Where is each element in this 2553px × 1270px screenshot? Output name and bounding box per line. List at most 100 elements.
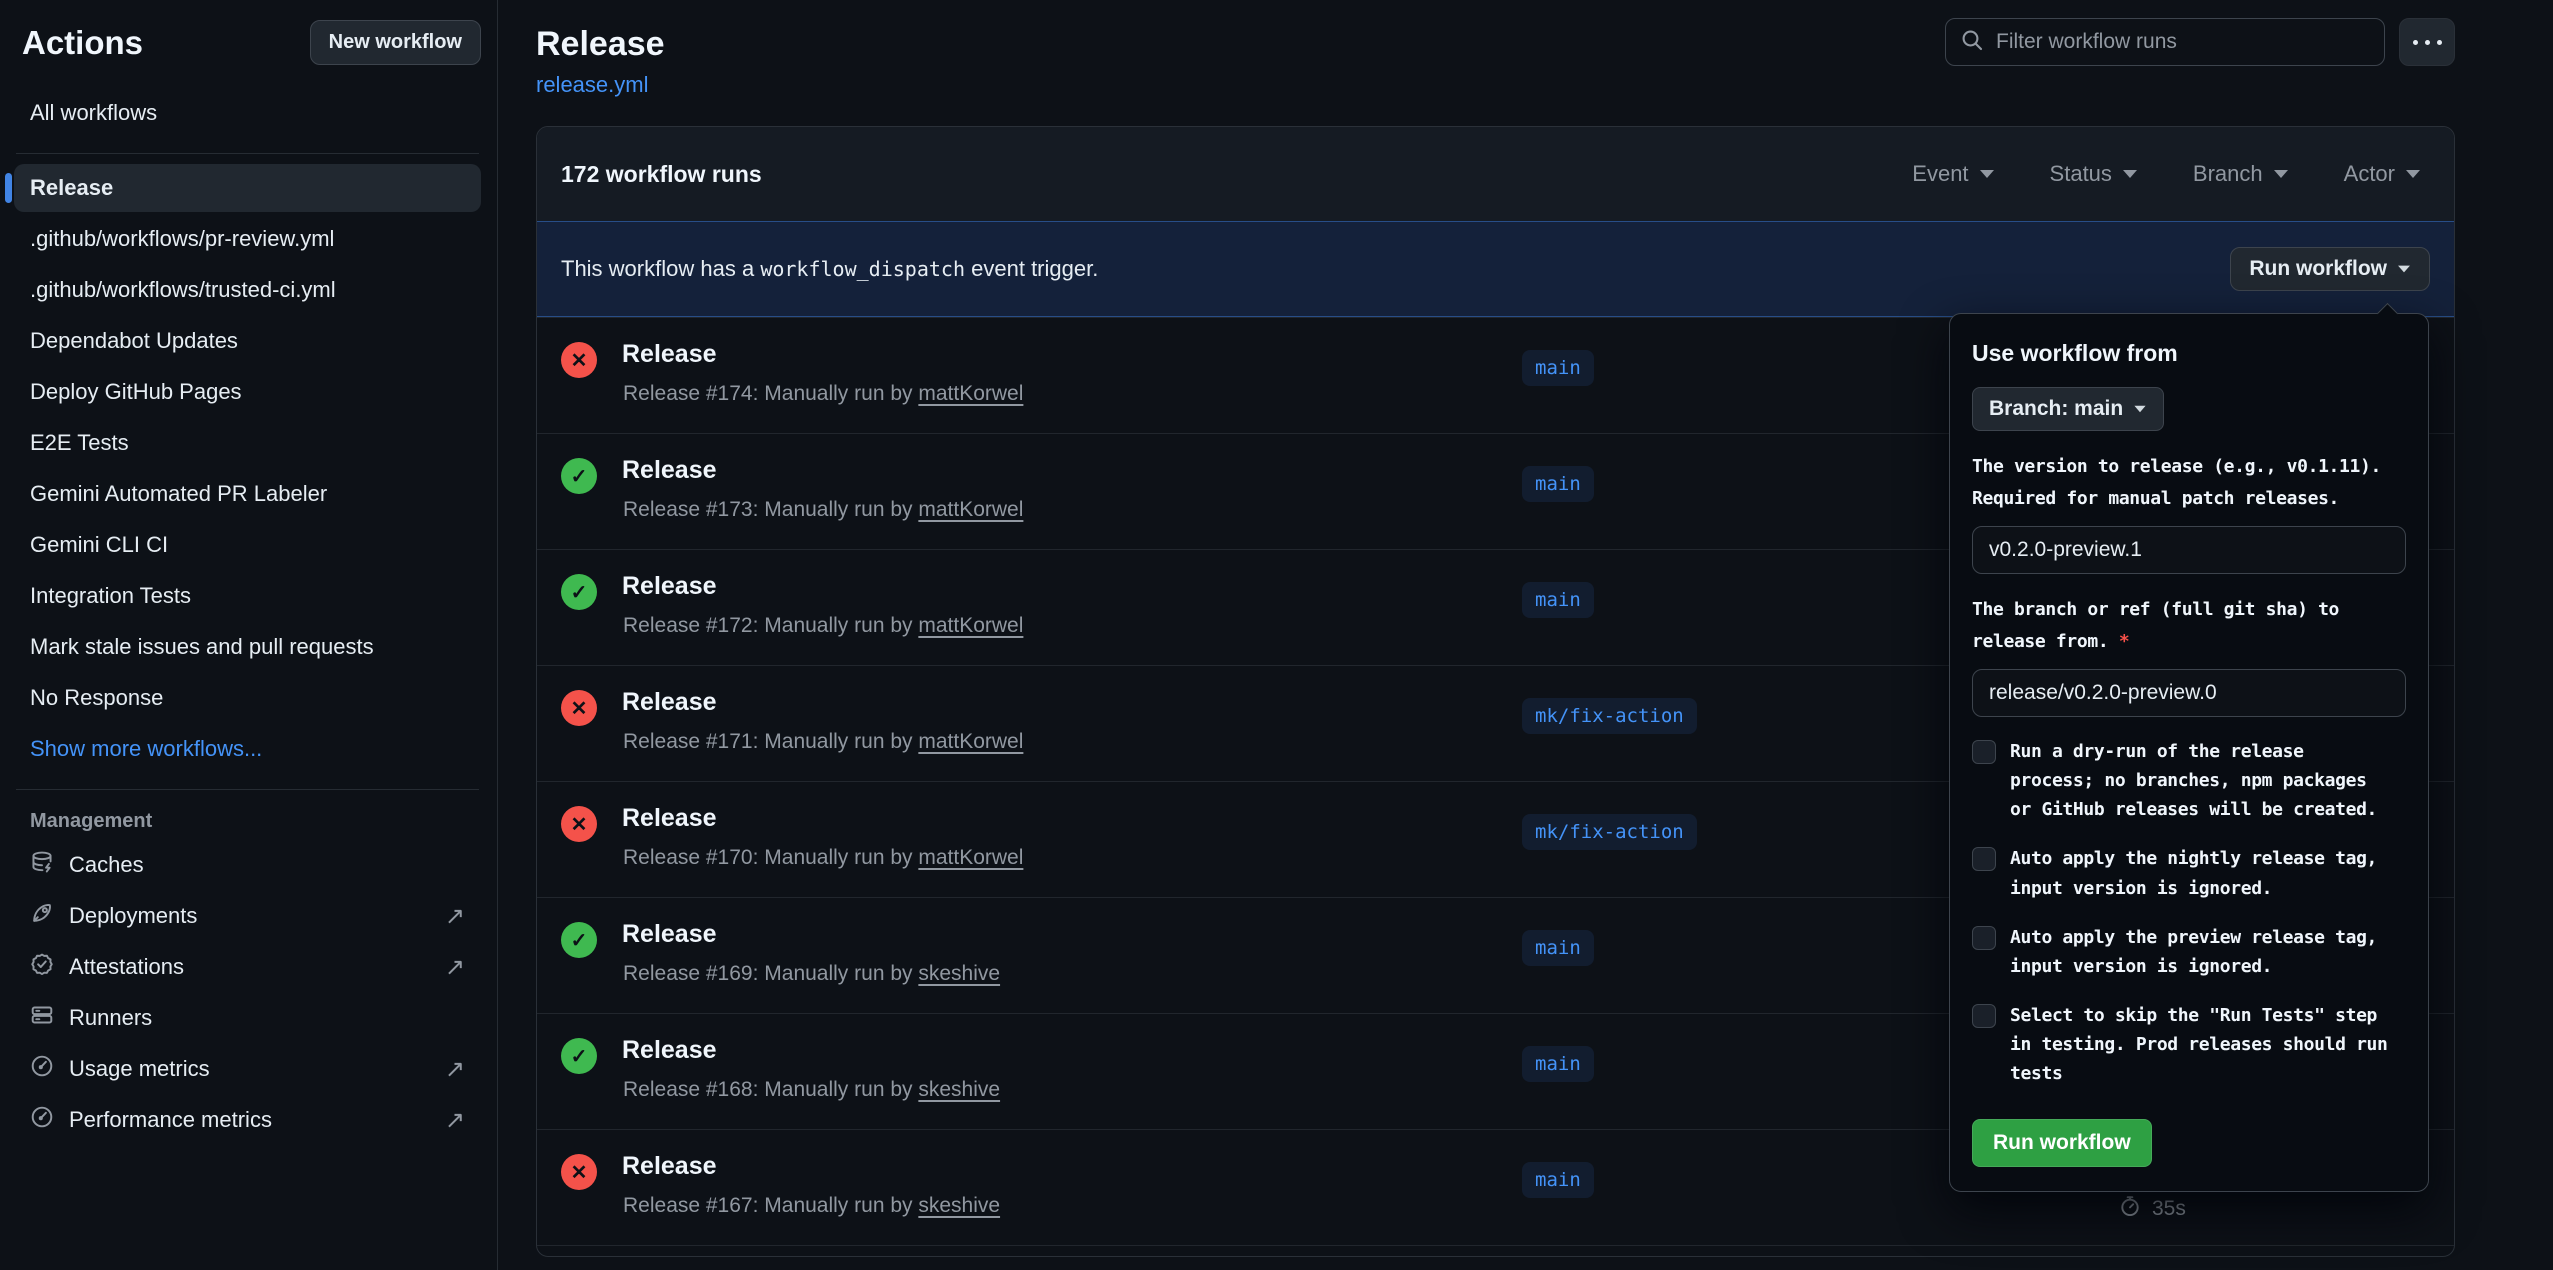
- sidebar-item-mark-stale[interactable]: Mark stale issues and pull requests: [14, 623, 481, 671]
- sidebar-item-attestations[interactable]: Attestations ↗: [14, 943, 481, 991]
- branch-badge[interactable]: main: [1522, 1162, 1594, 1198]
- filter-status-dropdown[interactable]: Status: [2050, 161, 2137, 187]
- sidebar-item-gemini-pr-labeler[interactable]: Gemini Automated PR Labeler: [14, 470, 481, 518]
- branch-selector-button[interactable]: Branch: main: [1972, 387, 2164, 431]
- top-actions: Filter workflow runs: [1945, 18, 2455, 66]
- run-workflow-submit-button[interactable]: Run workflow: [1972, 1119, 2152, 1167]
- rocket-icon: [30, 901, 54, 931]
- branch-badge[interactable]: mk/fix-action: [1522, 698, 1697, 734]
- actor-link[interactable]: skeshive: [918, 1194, 1000, 1217]
- sidebar-item-integration-tests[interactable]: Integration Tests: [14, 572, 481, 620]
- workflow-file-link[interactable]: release.yml: [536, 72, 648, 98]
- sidebar-header: Actions New workflow: [14, 20, 481, 65]
- arrow-up-right-icon: ↗: [445, 902, 465, 931]
- checkbox-label: Auto apply the preview release tag, inpu…: [2010, 923, 2390, 981]
- run-description: Release #167: Manually run by skeshive: [623, 1194, 1000, 1218]
- actor-link[interactable]: skeshive: [918, 962, 1000, 985]
- run-title-link[interactable]: Release: [622, 804, 717, 833]
- branch-badge[interactable]: main: [1522, 466, 1594, 502]
- skip-tests-checkbox[interactable]: [1972, 1004, 1996, 1028]
- filter-actor-dropdown[interactable]: Actor: [2344, 161, 2420, 187]
- sidebar-item-usage-metrics[interactable]: Usage metrics ↗: [14, 1045, 481, 1093]
- meter-icon: [30, 1105, 54, 1135]
- run-title-link[interactable]: Release: [622, 340, 717, 369]
- sidebar-item-deployments[interactable]: Deployments ↗: [14, 892, 481, 940]
- version-input[interactable]: [1972, 526, 2406, 574]
- checkbox-label: Select to skip the "Run Tests" step in t…: [2010, 1001, 2390, 1088]
- nightly-tag-checkbox-row: Auto apply the nightly release tag, inpu…: [1972, 844, 2406, 902]
- run-description: Release #174: Manually run by mattKorwel: [623, 382, 1023, 406]
- run-workflow-dialog: Use workflow from Branch: main The versi…: [1949, 313, 2429, 1192]
- branch-badge[interactable]: main: [1522, 582, 1594, 618]
- run-description: Release #168: Manually run by skeshive: [623, 1078, 1000, 1102]
- sidebar-item-caches[interactable]: Caches: [14, 841, 481, 889]
- run-description: Release #170: Manually run by mattKorwel: [623, 846, 1023, 870]
- actor-link[interactable]: mattKorwel: [918, 846, 1023, 869]
- main-header: Release release.yml Filter workflow runs: [536, 0, 2455, 98]
- branch-badge[interactable]: mk/fix-action: [1522, 814, 1697, 850]
- sidebar-item-trusted-ci[interactable]: .github/workflows/trusted-ci.yml: [14, 266, 481, 314]
- arrow-up-right-icon: ↗: [445, 1106, 465, 1135]
- sidebar-item-runners[interactable]: Runners: [14, 994, 481, 1042]
- run-description: Release #173: Manually run by mattKorwel: [623, 498, 1023, 522]
- sidebar-item-label: Caches: [69, 852, 144, 878]
- preview-tag-checkbox[interactable]: [1972, 926, 1996, 950]
- branch-badge[interactable]: main: [1522, 350, 1594, 386]
- sidebar-item-label: Performance metrics: [69, 1107, 272, 1133]
- filter-workflow-runs-input[interactable]: Filter workflow runs: [1945, 18, 2385, 66]
- actions-sidebar: Actions New workflow All workflows Relea…: [0, 0, 498, 1270]
- runs-list-header: 172 workflow runs Event Status Branch Ac…: [537, 127, 2454, 221]
- show-more-workflows-link[interactable]: Show more workflows...: [14, 725, 481, 773]
- branch-badge[interactable]: main: [1522, 1046, 1594, 1082]
- run-workflow-dropdown-button[interactable]: Run workflow: [2230, 247, 2430, 291]
- server-icon: [30, 1003, 54, 1033]
- actor-link[interactable]: mattKorwel: [918, 498, 1023, 521]
- ref-input[interactable]: [1972, 669, 2406, 717]
- sidebar-item-all-workflows[interactable]: All workflows: [14, 89, 481, 137]
- workflow-run-row: [537, 1245, 2454, 1256]
- nightly-tag-checkbox[interactable]: [1972, 847, 1996, 871]
- workflow-dispatch-banner: This workflow has a workflow_dispatch ev…: [537, 221, 2454, 317]
- sidebar-item-e2e-tests[interactable]: E2E Tests: [14, 419, 481, 467]
- search-icon: [1960, 28, 1984, 57]
- sidebar-item-performance-metrics[interactable]: Performance metrics ↗: [14, 1096, 481, 1144]
- run-title-link[interactable]: Release: [622, 456, 717, 485]
- kebab-horizontal-icon: [2413, 40, 2442, 45]
- sidebar-item-release[interactable]: Release: [14, 164, 481, 212]
- required-marker: *: [2119, 631, 2130, 652]
- sidebar-divider: [16, 789, 479, 790]
- actor-link[interactable]: mattKorwel: [918, 382, 1023, 405]
- sidebar-item-label: Deployments: [69, 903, 197, 929]
- sidebar-item-dependabot-updates[interactable]: Dependabot Updates: [14, 317, 481, 365]
- run-title-link[interactable]: Release: [622, 572, 717, 601]
- filter-branch-dropdown[interactable]: Branch: [2193, 161, 2288, 187]
- actor-link[interactable]: mattKorwel: [918, 730, 1023, 753]
- banner-text: This workflow has a workflow_dispatch ev…: [561, 256, 1098, 282]
- chevron-down-icon: [2406, 170, 2420, 178]
- sidebar-item-deploy-github-pages[interactable]: Deploy GitHub Pages: [14, 368, 481, 416]
- actor-link[interactable]: mattKorwel: [918, 614, 1023, 637]
- dry-run-checkbox[interactable]: [1972, 740, 1996, 764]
- chevron-down-icon: [2135, 406, 2146, 412]
- sidebar-item-no-response[interactable]: No Response: [14, 674, 481, 722]
- x-circle-icon: [561, 690, 597, 726]
- runs-filters: Event Status Branch Actor: [1912, 161, 2420, 187]
- sidebar-item-gemini-cli-ci[interactable]: Gemini CLI CI: [14, 521, 481, 569]
- version-input-description: The version to release (e.g., v0.1.11). …: [1972, 451, 2406, 514]
- branch-badge[interactable]: main: [1522, 930, 1594, 966]
- actor-link[interactable]: skeshive: [918, 1078, 1000, 1101]
- new-workflow-button[interactable]: New workflow: [310, 20, 481, 65]
- sidebar-item-pr-review[interactable]: .github/workflows/pr-review.yml: [14, 215, 481, 263]
- x-circle-icon: [561, 806, 597, 842]
- filter-event-dropdown[interactable]: Event: [1912, 161, 1993, 187]
- verified-icon: [30, 952, 54, 982]
- run-title-link[interactable]: Release: [622, 688, 717, 717]
- chevron-down-icon: [2274, 170, 2288, 178]
- checkbox-label: Auto apply the nightly release tag, inpu…: [2010, 844, 2390, 902]
- skip-tests-checkbox-row: Select to skip the "Run Tests" step in t…: [1972, 1001, 2406, 1088]
- chevron-down-icon: [2398, 266, 2410, 273]
- run-title-link[interactable]: Release: [622, 1152, 717, 1181]
- run-title-link[interactable]: Release: [622, 1036, 717, 1065]
- workflow-options-button[interactable]: [2399, 18, 2455, 66]
- run-title-link[interactable]: Release: [622, 920, 717, 949]
